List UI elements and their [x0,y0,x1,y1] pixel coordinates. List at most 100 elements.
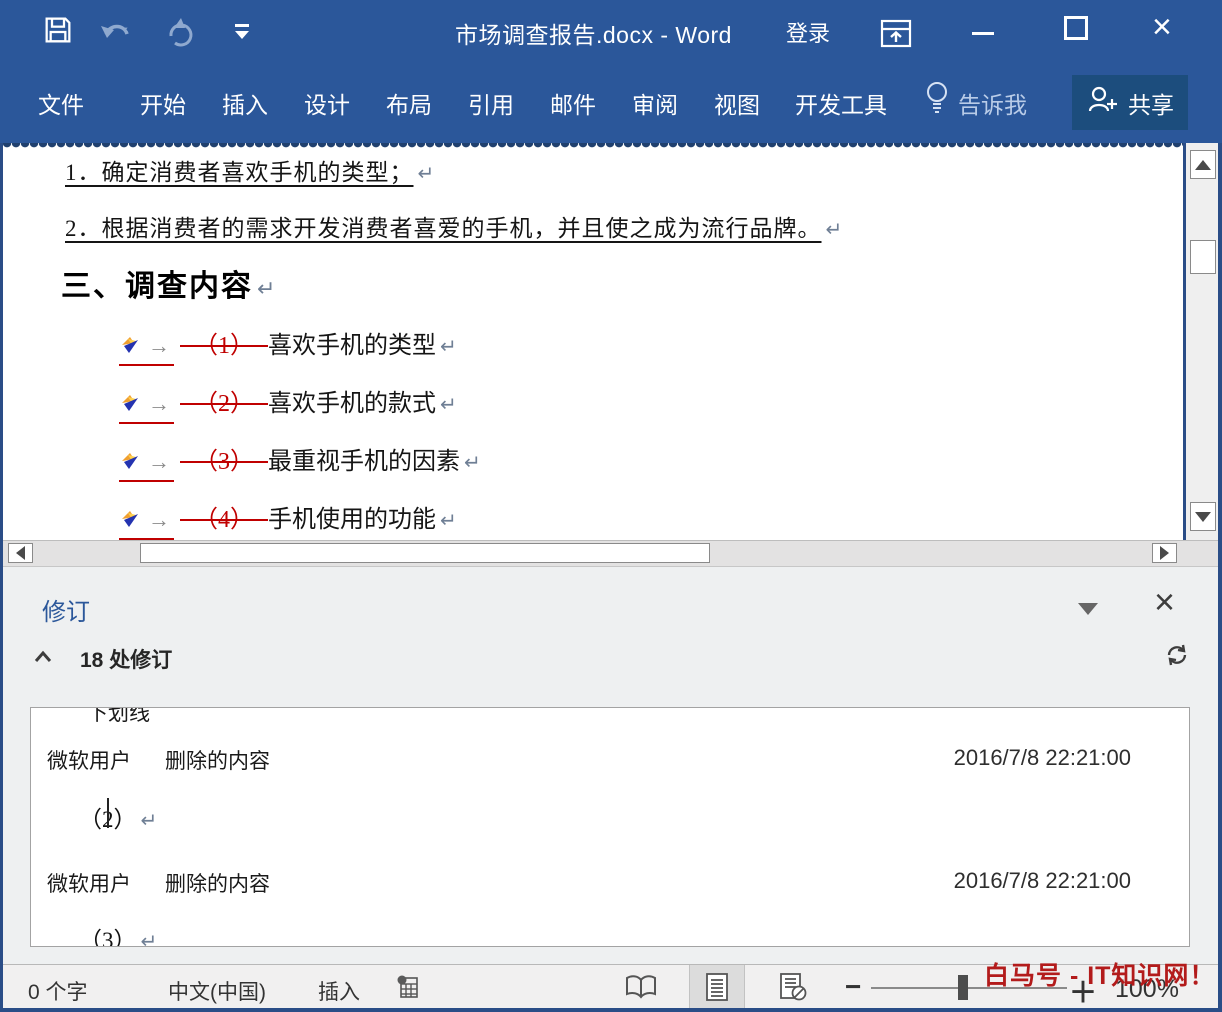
zoom-slider-thumb[interactable] [958,975,968,1000]
revision-action: 删除的内容 [165,745,270,775]
word-count[interactable]: 0 个字 [28,976,88,1006]
ribbon-display-options-icon[interactable] [878,16,914,55]
title-bar: 市场调查报告.docx - Word 登录 × [0,0,1222,66]
deleted-number: （4） [180,499,268,534]
tracked-list-item: →（1）喜欢手机的类型↵ [119,325,457,366]
scroll-up-button[interactable] [1190,150,1216,179]
tab-review[interactable]: 审阅 [632,86,678,120]
read-mode-button[interactable] [613,965,669,1008]
collapse-chevron-icon[interactable] [33,650,53,669]
tab-mark: → [142,391,174,416]
undo-icon[interactable] [98,18,138,51]
deleted-number: （1） [180,325,268,360]
paragraph-mark: ↵ [141,929,158,947]
clipped-revision-text: 下划线 [87,707,150,727]
picture-bullet-icon [119,394,142,421]
tab-design[interactable]: 设计 [304,86,350,120]
revisions-pane-title: 修订 [42,592,90,627]
paragraph-mark: ↵ [464,450,481,475]
redo-icon[interactable] [163,16,197,53]
scroll-down-button[interactable] [1190,502,1216,531]
tab-mailings[interactable]: 邮件 [550,86,596,120]
paragraph-mark: ↵ [418,161,436,186]
tab-file[interactable]: 文件 [38,86,84,120]
paragraph-mark: ↵ [257,276,277,302]
site-watermark: 白马号 - IT知识网！ [984,956,1215,992]
up-arrow-icon [1195,160,1211,170]
print-layout-icon [704,972,730,1002]
picture-bullet-icon [119,336,142,363]
doc-paragraph: 1．确定消费者喜欢手机的类型；↵ [65,153,435,187]
share-person-icon [1086,85,1120,121]
paragraph-mark: ↵ [440,508,457,533]
revision-content: （3）↵ [79,921,157,947]
scroll-right-button[interactable] [1152,543,1177,563]
save-icon[interactable] [42,14,74,51]
list-item-text: 喜欢手机的类型 [268,333,436,359]
paragraph-mark: ↵ [440,334,457,359]
deleted-number: （2） [180,383,268,418]
scroll-left-button[interactable] [8,543,33,563]
quick-access-dropdown-icon[interactable] [232,22,252,45]
picture-bullet-icon [119,452,142,479]
tab-home[interactable]: 开始 [140,86,186,120]
minimize-button[interactable] [972,32,994,35]
share-label: 共享 [1128,86,1174,120]
document-canvas[interactable]: 1．确定消费者喜欢手机的类型；↵ 2．根据消费者的需求开发消费者喜爱的手机，并且… [3,143,1183,540]
text-cursor [107,798,109,828]
tracked-list-item: →（3）最重视手机的因素↵ [119,441,481,482]
web-layout-button[interactable] [765,965,821,1008]
doc-paragraph: 2．根据消费者的需求开发消费者喜爱的手机，并且使之成为流行品牌。↵ [65,209,843,243]
lightbulb-icon [925,80,949,120]
language-indicator[interactable]: 中文(中国) [168,976,266,1006]
vertical-scroll-thumb[interactable] [1190,240,1216,274]
revision-content: （2）↵ [79,800,157,834]
insert-mode-indicator[interactable]: 插入 [318,976,360,1006]
maximize-button[interactable] [1064,16,1088,40]
tab-layout[interactable]: 布局 [386,86,432,120]
horizontal-scroll-thumb[interactable] [140,543,710,563]
right-arrow-icon [1160,546,1169,560]
paragraph-mark: ↵ [440,392,457,417]
tab-mark: → [142,507,174,532]
window-border-right [1218,143,1222,1012]
revisions-list[interactable]: 下划线 微软用户 删除的内容 2016/7/8 22:21:00 （2）↵ 微软… [30,707,1190,947]
tell-me-box[interactable]: 告诉我 [958,86,1027,120]
revision-timestamp: 2016/7/8 22:21:00 [954,868,1131,894]
revision-author: 微软用户 [47,868,131,898]
paragraph-mark: ↵ [141,808,158,833]
list-item-text: 喜欢手机的款式 [268,391,436,417]
paragraph-mark: ↵ [826,217,844,242]
close-button[interactable]: × [1152,8,1172,47]
doc-heading: 三、调查内容↵ [61,261,277,305]
down-arrow-icon [1195,512,1211,522]
word-window: 市场调查报告.docx - Word 登录 × 文件 开始 插入 设计 布局 引… [0,0,1222,1012]
revision-action: 删除的内容 [165,868,270,898]
horizontal-scrollbar[interactable] [0,540,1218,567]
tab-mark: → [142,333,174,358]
window-border-bottom [0,1008,1222,1012]
zoom-out-button[interactable]: − [845,971,861,1003]
read-mode-icon [624,974,658,1000]
revision-timestamp: 2016/7/8 22:21:00 [954,745,1131,771]
macro-record-icon[interactable] [396,974,420,1005]
pane-close-button[interactable]: × [1154,584,1175,620]
revision-count[interactable]: 18 处修订 [80,644,172,674]
print-layout-button[interactable] [689,965,745,1008]
left-arrow-icon [16,546,25,560]
share-button[interactable]: 共享 [1072,75,1188,130]
ribbon-tab-row: 文件 开始 插入 设计 布局 引用 邮件 审阅 视图 开发工具 告诉我 [0,66,1222,143]
tab-insert[interactable]: 插入 [222,86,268,120]
tracked-list-item: →（2）喜欢手机的款式↵ [119,383,457,424]
tab-view[interactable]: 视图 [714,86,760,120]
tab-references[interactable]: 引用 [468,86,514,120]
window-border-left [0,143,3,1012]
pane-dropdown-icon[interactable] [1078,603,1098,615]
refresh-icon[interactable] [1164,642,1190,673]
sign-in-button[interactable]: 登录 [786,16,830,48]
vertical-scrollbar[interactable] [1186,143,1218,540]
ribbon-edge-decoration [3,143,1183,150]
tab-mark: → [142,449,174,474]
inserted-segment: → [119,333,174,366]
tab-developer[interactable]: 开发工具 [795,86,887,120]
